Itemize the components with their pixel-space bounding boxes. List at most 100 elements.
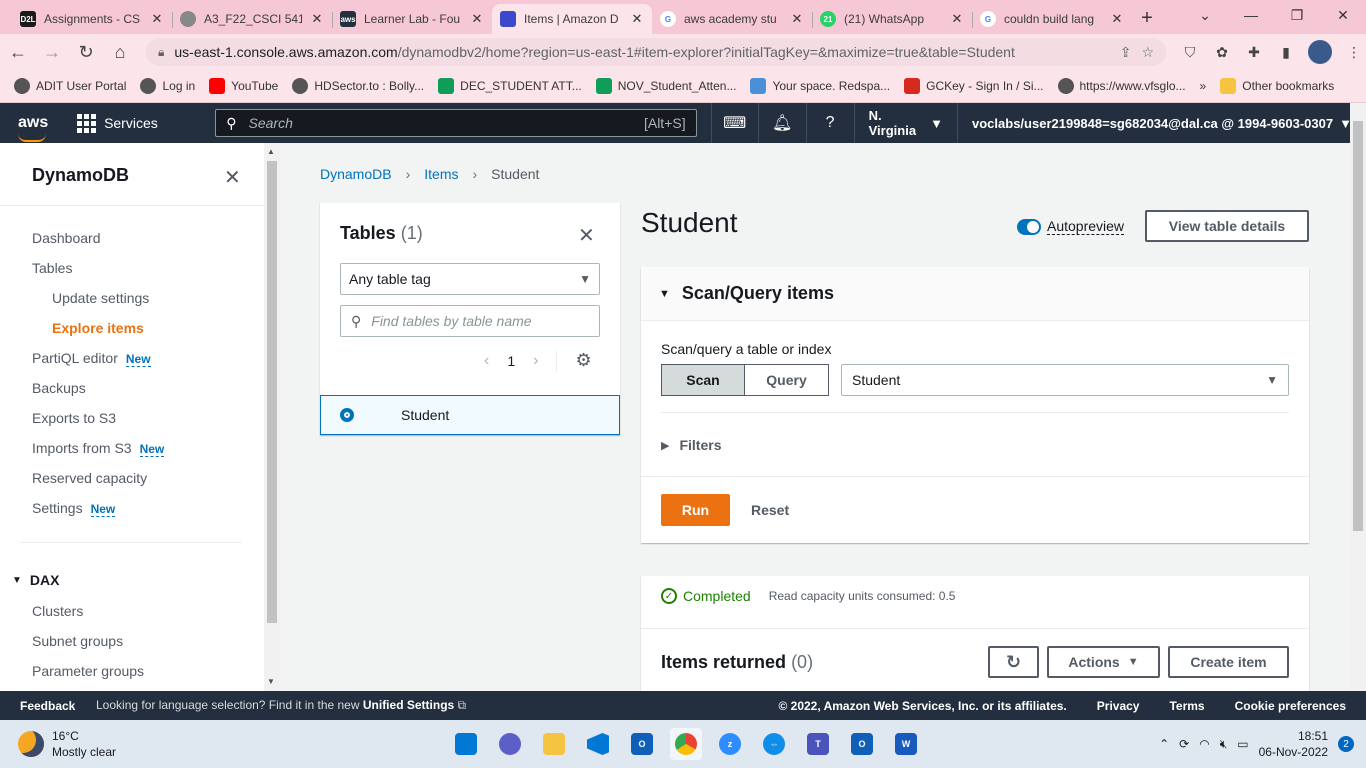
create-item-button[interactable]: Create item xyxy=(1168,646,1289,678)
aws-logo[interactable]: aws xyxy=(0,114,61,142)
help-icon[interactable]: ? xyxy=(807,103,855,143)
bookmark-item[interactable]: YouTube xyxy=(209,78,278,94)
notification-badge[interactable]: 2 xyxy=(1338,736,1354,752)
volume-muted-icon[interactable]: 🔇︎ xyxy=(1220,737,1228,752)
table-row[interactable]: Student xyxy=(320,395,620,435)
cookie-preferences-link[interactable]: Cookie preferences xyxy=(1235,699,1346,713)
teams-chat-icon[interactable] xyxy=(494,728,526,760)
reload-icon[interactable]: ↻ xyxy=(70,36,102,68)
scan-button[interactable]: Scan xyxy=(661,364,745,396)
sidenav-item-imports-s3[interactable]: Imports from S3 New xyxy=(32,440,165,457)
close-tab-icon[interactable]: ✕ xyxy=(1110,11,1124,27)
chevron-up-icon[interactable]: ⌃ xyxy=(1159,737,1169,751)
close-tab-icon[interactable]: ✕ xyxy=(470,11,484,27)
minimize-icon[interactable]: — xyxy=(1228,0,1274,30)
bookmark-item[interactable]: https://www.vfsglo... xyxy=(1057,78,1186,94)
chrome-icon[interactable] xyxy=(670,728,702,760)
scroll-down-icon[interactable]: ▼ xyxy=(267,677,275,686)
query-button[interactable]: Query xyxy=(745,364,829,396)
privacy-link[interactable]: Privacy xyxy=(1097,699,1140,713)
sync-icon[interactable]: ⟳ xyxy=(1179,737,1189,751)
run-button[interactable]: Run xyxy=(661,494,730,526)
browser-tab-active[interactable]: Items | Amazon D ✕ xyxy=(492,4,652,34)
back-icon[interactable]: ← xyxy=(2,36,34,68)
scrollbar-thumb[interactable] xyxy=(1353,121,1363,531)
other-bookmarks[interactable]: Other bookmarks xyxy=(1220,78,1334,94)
bookmarks-overflow[interactable]: » xyxy=(1200,79,1207,93)
sidenav-item-clusters[interactable]: Clusters xyxy=(32,603,83,619)
menu-kebab-icon[interactable]: ⋮ xyxy=(1344,42,1364,62)
sidenav-item-exports-s3[interactable]: Exports to S3 xyxy=(32,410,116,426)
close-tab-icon[interactable]: ✕ xyxy=(150,11,164,27)
dax-section-toggle[interactable]: ▼ DAX xyxy=(12,572,59,588)
reset-button[interactable]: Reset xyxy=(751,494,789,526)
gear-icon[interactable]: ⚙ xyxy=(575,350,591,371)
home-icon[interactable]: ⌂ xyxy=(104,36,136,68)
sidenav-item-reserved-capacity[interactable]: Reserved capacity xyxy=(32,470,147,486)
weather-widget[interactable]: 16°C Mostly clear xyxy=(0,728,420,760)
bookmark-item[interactable]: Your space. Redspa... xyxy=(750,78,890,94)
account-menu[interactable]: voclabs/user2199848=sg682034@dal.ca @ 19… xyxy=(958,116,1366,131)
outlook-icon[interactable]: O xyxy=(626,728,658,760)
bookmark-item[interactable]: GCKey - Sign In / Si... xyxy=(904,78,1044,94)
sidenav-item-parameter-groups[interactable]: Parameter groups xyxy=(32,663,144,679)
restore-icon[interactable]: ❐ xyxy=(1274,0,1320,30)
wifi-icon[interactable]: ◠ xyxy=(1199,737,1209,751)
feedback-link[interactable]: Feedback xyxy=(0,699,96,713)
new-tab-button[interactable]: + xyxy=(1132,4,1162,34)
forward-icon[interactable]: → xyxy=(36,36,68,68)
bookmark-star-icon[interactable]: ☆ xyxy=(1141,44,1154,61)
sidenav-scrollbar[interactable]: ▲ ▼ xyxy=(264,143,280,691)
region-selector[interactable]: N. Virginia ▼ xyxy=(855,103,959,143)
services-menu[interactable]: Services xyxy=(61,113,215,133)
share-icon[interactable]: ⇪ xyxy=(1120,44,1132,61)
tab-search-icon[interactable]: ⌄ xyxy=(1182,0,1228,30)
browser-tab[interactable]: G aws academy stu ✕ xyxy=(652,4,812,34)
browser-tab[interactable]: 21 (21) WhatsApp ✕ xyxy=(812,4,972,34)
clock[interactable]: 18:51 06-Nov-2022 xyxy=(1259,728,1328,760)
profile-avatar[interactable] xyxy=(1308,40,1332,64)
teamviewer-icon[interactable]: ⇔ xyxy=(758,728,790,760)
sidenav-item-tables[interactable]: Tables xyxy=(32,260,72,276)
close-tab-icon[interactable]: ✕ xyxy=(950,11,964,27)
close-tab-icon[interactable]: ✕ xyxy=(790,11,804,27)
sidenav-item-dashboard[interactable]: Dashboard xyxy=(32,230,101,246)
sidenav-item-update-settings[interactable]: Update settings xyxy=(52,290,149,306)
scroll-up-icon[interactable]: ▲ xyxy=(267,147,275,156)
word-icon[interactable]: W xyxy=(890,728,922,760)
scan-query-header[interactable]: ▼ Scan/Query items xyxy=(641,267,1309,321)
sidenav-item-explore-items[interactable]: Explore items xyxy=(52,320,144,336)
table-index-select[interactable]: Student ▼ xyxy=(841,364,1289,396)
sidenav-item-subnet-groups[interactable]: Subnet groups xyxy=(32,633,123,649)
autopreview-toggle[interactable]: Autopreview xyxy=(1017,218,1125,235)
refresh-button[interactable]: ↻ xyxy=(988,646,1039,678)
cloudshell-icon[interactable]: ⌨ xyxy=(710,103,759,143)
sidenav-item-partiql-editor[interactable]: PartiQL editor New xyxy=(32,350,151,367)
bookmark-item[interactable]: Log in xyxy=(140,78,195,94)
file-explorer-icon[interactable] xyxy=(538,728,570,760)
browser-tab[interactable]: A3_F22_CSCI 541 ✕ xyxy=(172,4,332,34)
chevron-left-icon[interactable]: ‹ xyxy=(484,352,489,370)
page-scrollbar[interactable] xyxy=(1350,103,1366,720)
extension-icon[interactable]: ✿ xyxy=(1212,42,1232,62)
radio-selected[interactable] xyxy=(340,408,354,422)
sidenav-item-settings[interactable]: Settings New xyxy=(32,500,116,517)
table-tag-select[interactable]: Any table tag ▼ xyxy=(340,263,600,295)
toggle-switch[interactable] xyxy=(1017,218,1041,235)
puzzle-extensions-icon[interactable]: ✚ xyxy=(1244,42,1264,62)
sidenav-item-backups[interactable]: Backups xyxy=(32,380,86,396)
breadcrumb-items[interactable]: Items xyxy=(424,166,458,182)
battery-icon[interactable]: ▭ xyxy=(1237,737,1248,751)
chevron-right-icon[interactable]: › xyxy=(533,352,538,370)
browser-tab[interactable]: aws Learner Lab - Fou ✕ xyxy=(332,4,492,34)
breadcrumb-dynamodb[interactable]: DynamoDB xyxy=(320,166,392,182)
close-icon[interactable]: ✕ xyxy=(578,223,595,248)
unified-settings-link[interactable]: Unified Settings xyxy=(363,698,454,712)
vscode-icon[interactable] xyxy=(582,728,614,760)
zoom-icon[interactable]: z xyxy=(714,728,746,760)
aws-search-input[interactable]: ⚲ Search [Alt+S] xyxy=(215,109,697,137)
bell-icon[interactable]: 🔔︎ xyxy=(759,103,807,143)
bookmark-item[interactable]: DEC_STUDENT ATT... xyxy=(438,78,582,94)
filters-toggle[interactable]: ▶ Filters xyxy=(661,437,721,453)
page-number[interactable]: 1 xyxy=(507,353,515,369)
